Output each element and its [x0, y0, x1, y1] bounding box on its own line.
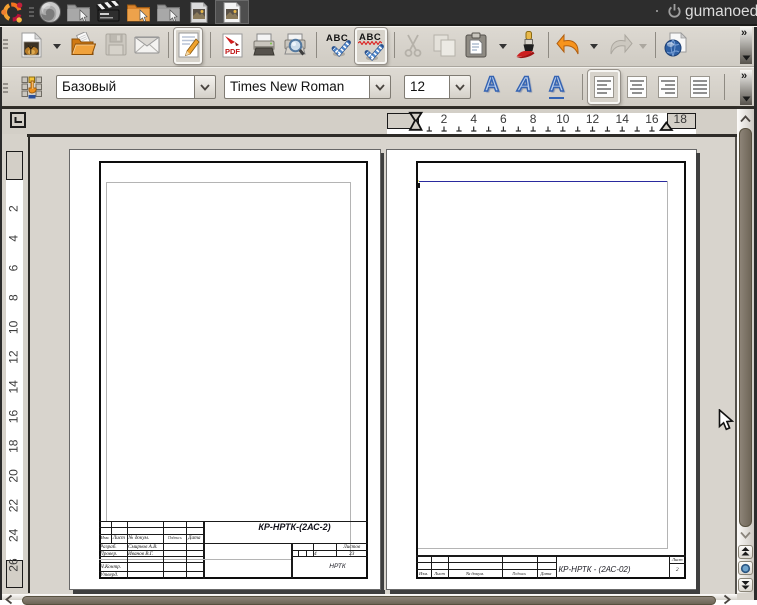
- svg-text:4: 4: [470, 112, 477, 126]
- svg-text:22: 22: [7, 498, 21, 512]
- svg-text:18: 18: [674, 112, 688, 126]
- svg-text:2: 2: [441, 112, 448, 126]
- svg-text:14: 14: [616, 112, 630, 126]
- svg-text:26: 26: [7, 558, 21, 572]
- svg-text:14: 14: [7, 379, 21, 393]
- svg-text:2: 2: [7, 204, 21, 211]
- svg-text:8: 8: [7, 294, 21, 301]
- svg-text:20: 20: [7, 468, 21, 482]
- svg-text:16: 16: [7, 409, 21, 423]
- svg-text:10: 10: [556, 112, 570, 126]
- svg-text:10: 10: [7, 320, 21, 334]
- svg-text:18: 18: [7, 439, 21, 453]
- svg-text:6: 6: [7, 264, 21, 271]
- svg-text:12: 12: [7, 350, 21, 364]
- svg-text:4: 4: [7, 234, 21, 241]
- svg-text:PDF: PDF: [225, 47, 240, 56]
- svg-text:12: 12: [586, 112, 600, 126]
- svg-text:8: 8: [530, 112, 537, 126]
- svg-text:24: 24: [7, 528, 21, 542]
- svg-text:6: 6: [500, 112, 507, 126]
- svg-text:16: 16: [645, 112, 659, 126]
